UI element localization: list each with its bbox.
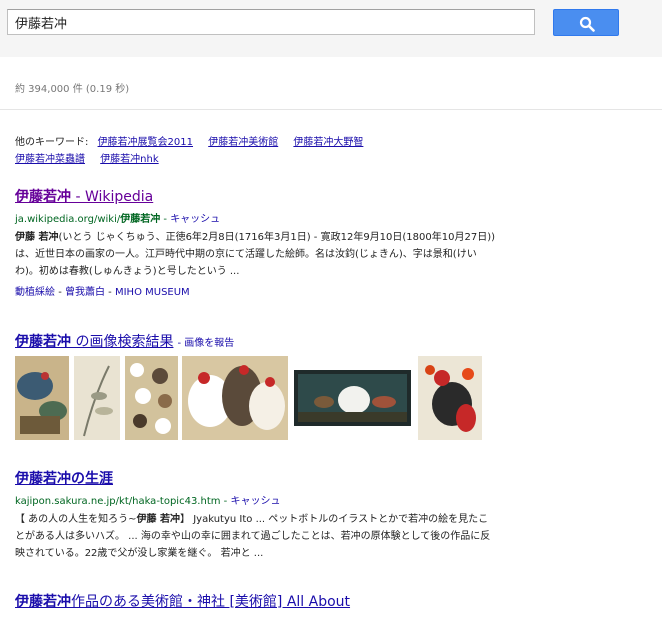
cache-link[interactable]: キャッシュ <box>170 214 220 225</box>
url-path: ja.wikipedia.org/wiki/ <box>15 214 121 225</box>
result-title-link[interactable]: 伊藤若冲 - Wikipedia <box>15 186 495 206</box>
keywords-label: 他のキーワード: <box>15 137 89 148</box>
url-path: kajipon.sakura.ne.jp/kt/haka-topic43.htm <box>15 496 221 507</box>
thumb-painting-2[interactable] <box>74 356 120 440</box>
divider <box>0 109 662 110</box>
separator: - <box>58 287 62 298</box>
cache-link[interactable]: キャッシュ <box>230 496 280 507</box>
search-header <box>0 0 662 57</box>
result-title-rest: - Wikipedia <box>71 189 154 205</box>
sitelink[interactable]: MIHO MUSEUM <box>115 287 190 298</box>
search-result: 伊藤若冲 - Wikipedia ja.wikipedia.org/wiki/伊… <box>15 186 495 298</box>
search-icon <box>579 16 595 32</box>
snippet-text: 【 あの人の人生を知ろう~ <box>15 514 137 525</box>
related-keywords: 他のキーワード: 伊藤若冲展覧会2011 伊藤若冲美術館 伊藤若冲大野智 伊藤若… <box>15 134 445 168</box>
thumb-painting-3[interactable] <box>125 356 178 440</box>
image-title-rest: の画像検索結果 <box>71 334 174 350</box>
result-title-main: 伊藤若冲 <box>15 594 71 610</box>
keyword-link[interactable]: 伊藤若冲美術館 <box>208 137 278 148</box>
separator: - <box>108 287 112 298</box>
thumb-painting-6[interactable] <box>418 356 482 440</box>
keyword-link[interactable]: 伊藤若冲菜蟲譜 <box>15 154 85 165</box>
result-snippet: 【 あの人の人生を知ろう~伊藤 若冲】 Jyakutyu Ito ... ペット… <box>15 511 495 562</box>
image-results-header: 伊藤若冲 の画像検索結果 - 画像を報告 <box>15 331 234 351</box>
result-title-link[interactable]: 伊藤若冲の生涯 <box>15 468 495 488</box>
search-input[interactable] <box>7 9 535 35</box>
thumb-painting-4[interactable] <box>182 356 288 440</box>
sitelinks: 動植綵絵 - 曾我蕭白 - MIHO MUSEUM <box>15 283 495 298</box>
search-result: 伊藤若冲の生涯 kajipon.sakura.ne.jp/kt/haka-top… <box>15 468 495 562</box>
keyword-link[interactable]: 伊藤若冲大野智 <box>293 137 363 148</box>
result-title-main: 伊藤若冲 <box>15 189 71 205</box>
thumb-painting-1[interactable] <box>15 356 69 440</box>
image-results-link[interactable]: 伊藤若冲 の画像検索結果 <box>15 334 173 350</box>
snippet-text: (いとう じゃくちゅう、正徳6年2月8日(1716年3月1日) - 寛政12年9… <box>15 232 496 277</box>
result-title-rest: 作品のある美術館・神社 [美術館] All About <box>71 594 351 610</box>
result-title-main: 伊藤若冲の生涯 <box>15 471 113 487</box>
result-url: ja.wikipedia.org/wiki/伊藤若冲 - キャッシュ <box>15 214 221 225</box>
result-url: kajipon.sakura.ne.jp/kt/haka-topic43.htm… <box>15 496 281 507</box>
result-stats: 約 394,000 件 (0.19 秒) <box>15 84 130 95</box>
url-bold: 伊藤若冲 <box>120 214 161 225</box>
result-snippet: 伊藤 若冲(いとう じゃくちゅう、正徳6年2月8日(1716年3月1日) - 寛… <box>15 229 495 280</box>
thumb-painting-5[interactable] <box>294 370 411 426</box>
keyword-link[interactable]: 伊藤若冲nhk <box>100 154 158 165</box>
image-title-main: 伊藤若冲 <box>15 334 71 350</box>
result-title-link[interactable]: 伊藤若冲作品のある美術館・神社 [美術館] All About <box>15 591 495 611</box>
sitelink[interactable]: 動植綵絵 <box>15 287 55 298</box>
keyword-link[interactable]: 伊藤若冲展覧会2011 <box>98 137 193 148</box>
snippet-bold: 伊藤 若冲 <box>136 514 181 525</box>
search-result: 伊藤若冲作品のある美術館・神社 [美術館] All About <box>15 591 495 611</box>
search-button[interactable] <box>553 9 619 36</box>
sitelink[interactable]: 曾我蕭白 <box>65 287 105 298</box>
snippet-bold: 伊藤 若冲 <box>15 232 59 243</box>
report-images-link[interactable]: - 画像を報告 <box>177 338 234 349</box>
